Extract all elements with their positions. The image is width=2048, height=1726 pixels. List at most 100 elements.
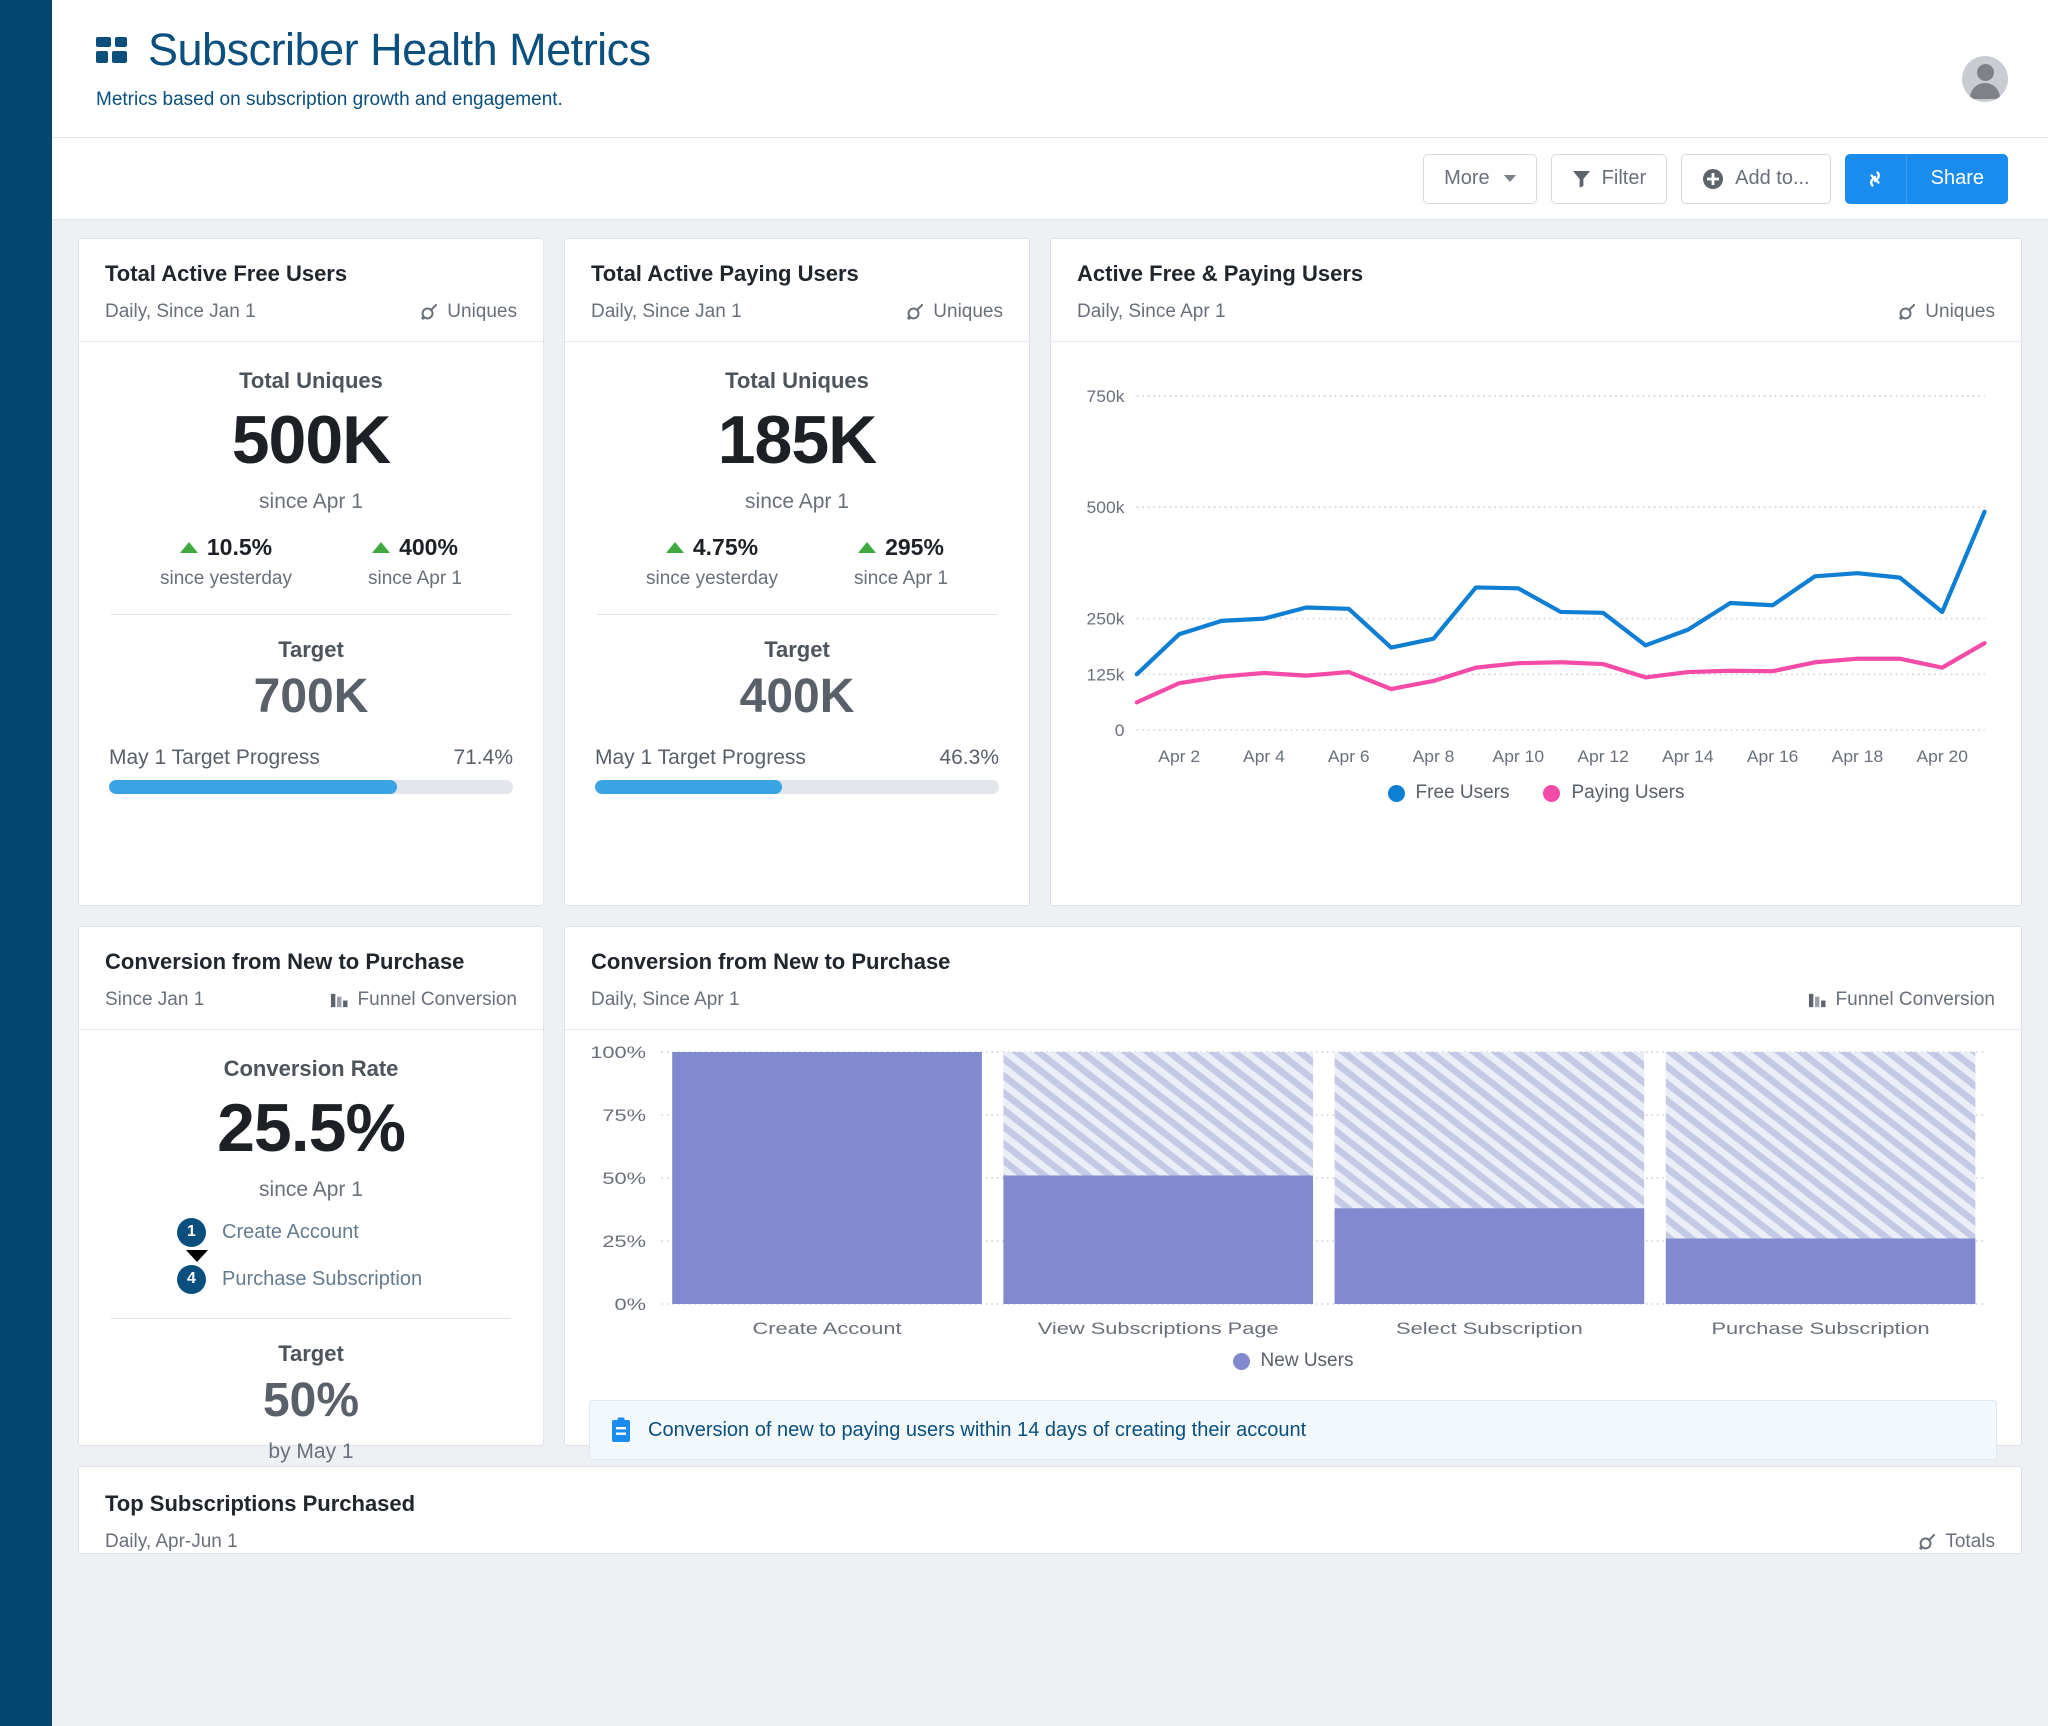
funnel-bar-chart[interactable]: 0% 25% 50% 75% 100% Create Account View Subscr… <box>587 1044 1999 1344</box>
svg-text:Apr 4: Apr 4 <box>1243 746 1285 766</box>
more-button[interactable]: More <box>1423 153 1537 204</box>
card-tag-label: Uniques <box>1925 301 1995 323</box>
filter-label: Filter <box>1601 167 1647 190</box>
svg-text:Apr 12: Apr 12 <box>1577 746 1628 766</box>
svg-text:75%: 75% <box>602 1106 646 1125</box>
target-by-date: by May 1 <box>268 1439 354 1463</box>
progress-row: May 1 Target Progress 46.3% <box>595 746 999 770</box>
funnel-conversion-icon <box>330 993 347 1007</box>
target-label: Target <box>764 636 830 662</box>
card-title: Conversion from New to Purchase <box>591 949 951 975</box>
card-header: Conversion from New to Purchase Since Ja… <box>79 927 543 1031</box>
progress-value: 46.3% <box>939 745 999 769</box>
card-title: Top Subscriptions Purchased <box>105 1491 416 1517</box>
card-tag: Totals <box>1917 1531 1995 1553</box>
page-subtitle: Metrics based on subscription growth and… <box>96 89 563 111</box>
card-tag: Uniques <box>419 301 517 323</box>
user-avatar-icon[interactable] <box>1962 56 2008 102</box>
uniques-icon <box>1919 1533 1936 1550</box>
share-button[interactable]: Share <box>1906 153 2008 204</box>
svg-text:750k: 750k <box>1087 386 1125 406</box>
card-tag-label: Funnel Conversion <box>357 989 517 1011</box>
step-badge: 4 <box>177 1264 206 1294</box>
delta-value: 400% <box>399 533 458 560</box>
svg-text:View Subscriptions Page: View Subscriptions Page <box>1038 1319 1279 1338</box>
line-chart[interactable]: 0 125k 250k 500k 750k Apr 2 Apr 4 Apr 6 Apr 8 Apr… <box>1073 356 1999 776</box>
legend-swatch <box>1387 784 1405 802</box>
divider <box>111 613 511 615</box>
card-subtitle: Daily, Since Apr 1 <box>1077 301 1226 323</box>
delta-value: 295% <box>885 533 944 560</box>
delta-yesterday: 10.5% since yesterday <box>160 534 292 590</box>
svg-text:125k: 125k <box>1087 665 1125 685</box>
dashboard-toolbar: More Filter Add to... Share <box>52 138 2048 221</box>
delta-since-apr: 400% since Apr 1 <box>368 534 462 590</box>
chevron-down-icon <box>1503 175 1516 183</box>
legend-item[interactable]: Paying Users <box>1543 782 1684 804</box>
link-chain-icon <box>1870 171 1881 187</box>
card-conversion-kpi: Conversion from New to Purchase Since Ja… <box>78 926 544 1463</box>
funnel-steps: 1 Create Account 4 Purchase Subscription <box>109 1217 513 1294</box>
progress-bar <box>109 779 513 794</box>
legend-item[interactable]: New Users <box>1232 1350 1353 1372</box>
svg-text:0%: 0% <box>615 1295 647 1314</box>
card-meta: Daily, Since Jan 1 Uniques <box>105 301 517 323</box>
card-title: Total Active Free Users <box>105 261 348 287</box>
progress-bar <box>595 779 999 794</box>
svg-text:Apr 16: Apr 16 <box>1747 746 1798 766</box>
card-meta: Daily, Since Jan 1 Uniques <box>591 301 1003 323</box>
share-label: Share <box>1930 167 1984 190</box>
legend-item[interactable]: Free Users <box>1387 782 1510 804</box>
card-tag: Funnel Conversion <box>1808 989 1995 1011</box>
svg-text:500k: 500k <box>1087 498 1125 518</box>
kpi-since: since Apr 1 <box>745 489 849 513</box>
legend-swatch <box>1232 1352 1250 1370</box>
delta-caption: since Apr 1 <box>368 567 462 589</box>
kpi-value: 185K <box>717 402 878 479</box>
legend-label: Free Users <box>1415 782 1510 804</box>
kpi-deltas: 10.5% since yesterday 400% since Apr 1 <box>109 534 513 590</box>
svg-text:Select Subscription: Select Subscription <box>1396 1319 1583 1338</box>
card-tag-label: Uniques <box>447 301 517 323</box>
svg-text:Apr 18: Apr 18 <box>1832 746 1883 766</box>
svg-text:Apr 6: Apr 6 <box>1328 746 1370 766</box>
card-total-active-paying-users: Total Active Paying Users Daily, Since J… <box>564 238 1030 907</box>
trend-up-icon <box>372 541 391 553</box>
card-meta: Daily, Since Apr 1 Uniques <box>1077 301 1995 323</box>
kpi-label: Total Uniques <box>239 368 383 394</box>
funnel-step-4: 4 Purchase Subscription <box>109 1264 513 1294</box>
main-area: Subscriber Health Metrics Metrics based … <box>52 0 2048 1726</box>
kpi-body: Conversion Rate 25.5% since Apr 1 1 Crea… <box>79 1030 543 1486</box>
card-subtitle: Daily, Since Jan 1 <box>105 301 256 323</box>
card-title: Active Free & Paying Users <box>1077 261 1364 287</box>
kpi-since: since Apr 1 <box>259 1177 363 1201</box>
row-top: Total Active Free Users Daily, Since Jan… <box>78 238 2022 907</box>
svg-text:Apr 10: Apr 10 <box>1493 746 1544 766</box>
funnel-chart-legend: New Users <box>587 1344 1999 1386</box>
kpi-body: Total Uniques 500K since Apr 1 10.5% sin… <box>79 342 543 905</box>
title-row: Subscriber Health Metrics <box>96 26 2008 73</box>
delta-caption: since Apr 1 <box>854 567 948 589</box>
filter-button[interactable]: Filter <box>1550 153 1668 204</box>
app-root: Subscriber Health Metrics Metrics based … <box>0 0 2048 1726</box>
dashboard-content: Total Active Free Users Daily, Since Jan… <box>52 220 2048 1726</box>
copy-link-button[interactable] <box>1844 153 1907 204</box>
delta-yesterday: 4.75% since yesterday <box>646 534 778 590</box>
card-header: Total Active Paying Users Daily, Since J… <box>565 239 1029 343</box>
delta-caption: since yesterday <box>645 567 778 589</box>
add-to-button[interactable]: Add to... <box>1681 153 1831 204</box>
arrow-down-icon <box>186 1249 208 1262</box>
kpi-since: since Apr 1 <box>259 489 363 513</box>
card-tag: Uniques <box>1897 301 1995 323</box>
progress-bar-fill <box>595 779 783 794</box>
target-value: 400K <box>739 669 855 723</box>
divider <box>111 1317 511 1319</box>
trend-up-icon <box>665 541 684 553</box>
progress-bar-fill <box>109 779 398 794</box>
clipboard-icon <box>612 1417 630 1443</box>
card-title: Conversion from New to Purchase <box>105 949 465 975</box>
line-chart-legend: Free Users Paying Users <box>1073 776 1999 818</box>
left-nav-rail[interactable] <box>0 0 52 1726</box>
card-header: Total Active Free Users Daily, Since Jan… <box>79 239 543 343</box>
card-active-free-paying-users: Active Free & Paying Users Daily, Since … <box>1050 238 2022 907</box>
